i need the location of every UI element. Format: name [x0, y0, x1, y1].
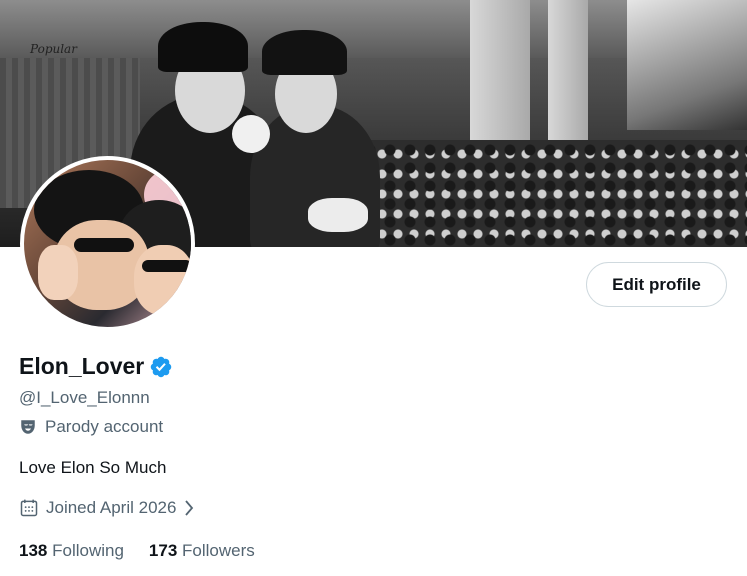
parody-mask-icon: [21, 420, 35, 434]
following-count: 138: [19, 541, 48, 560]
avatar-hand: [38, 245, 78, 300]
user-handle: @I_Love_Elonnn: [19, 388, 150, 407]
banner-hair-left: [158, 22, 248, 72]
following-label: Following: [52, 541, 124, 560]
avatar-sunglasses: [142, 260, 191, 272]
banner-poster: [627, 0, 747, 130]
followers-link[interactable]: 173 Followers: [149, 541, 255, 561]
avatar-face: [134, 245, 191, 315]
follow-stats: 138 Following 173 Followers: [19, 541, 280, 561]
banner-crowd: [360, 140, 747, 247]
joined-date: Joined April 2026: [46, 498, 177, 517]
parody-label: Parody account: [45, 417, 164, 436]
chevron-right-icon: [185, 500, 194, 516]
display-name: Elon_Lover: [19, 353, 145, 379]
joined-date-row[interactable]: Joined April 2026: [19, 498, 196, 518]
display-name-row: Elon_Lover: [19, 353, 173, 380]
parody-label-row: Parody account: [19, 417, 163, 437]
calendar-icon: [20, 499, 38, 517]
banner-fan-sign: [308, 198, 368, 232]
followers-label: Followers: [182, 541, 255, 560]
followers-count: 173: [148, 541, 178, 560]
following-link[interactable]: 138 Following: [19, 541, 124, 561]
profile-avatar[interactable]: [20, 156, 195, 331]
banner-hair-right: [262, 30, 347, 75]
avatar-sunglasses: [74, 238, 134, 252]
edit-profile-button[interactable]: Edit profile: [586, 262, 727, 307]
banner-store-sign: Popular: [30, 42, 77, 56]
verified-badge-icon[interactable]: [149, 355, 173, 379]
profile-bio: Love Elon So Much: [19, 458, 167, 477]
banner-fan-sign: [232, 115, 270, 153]
